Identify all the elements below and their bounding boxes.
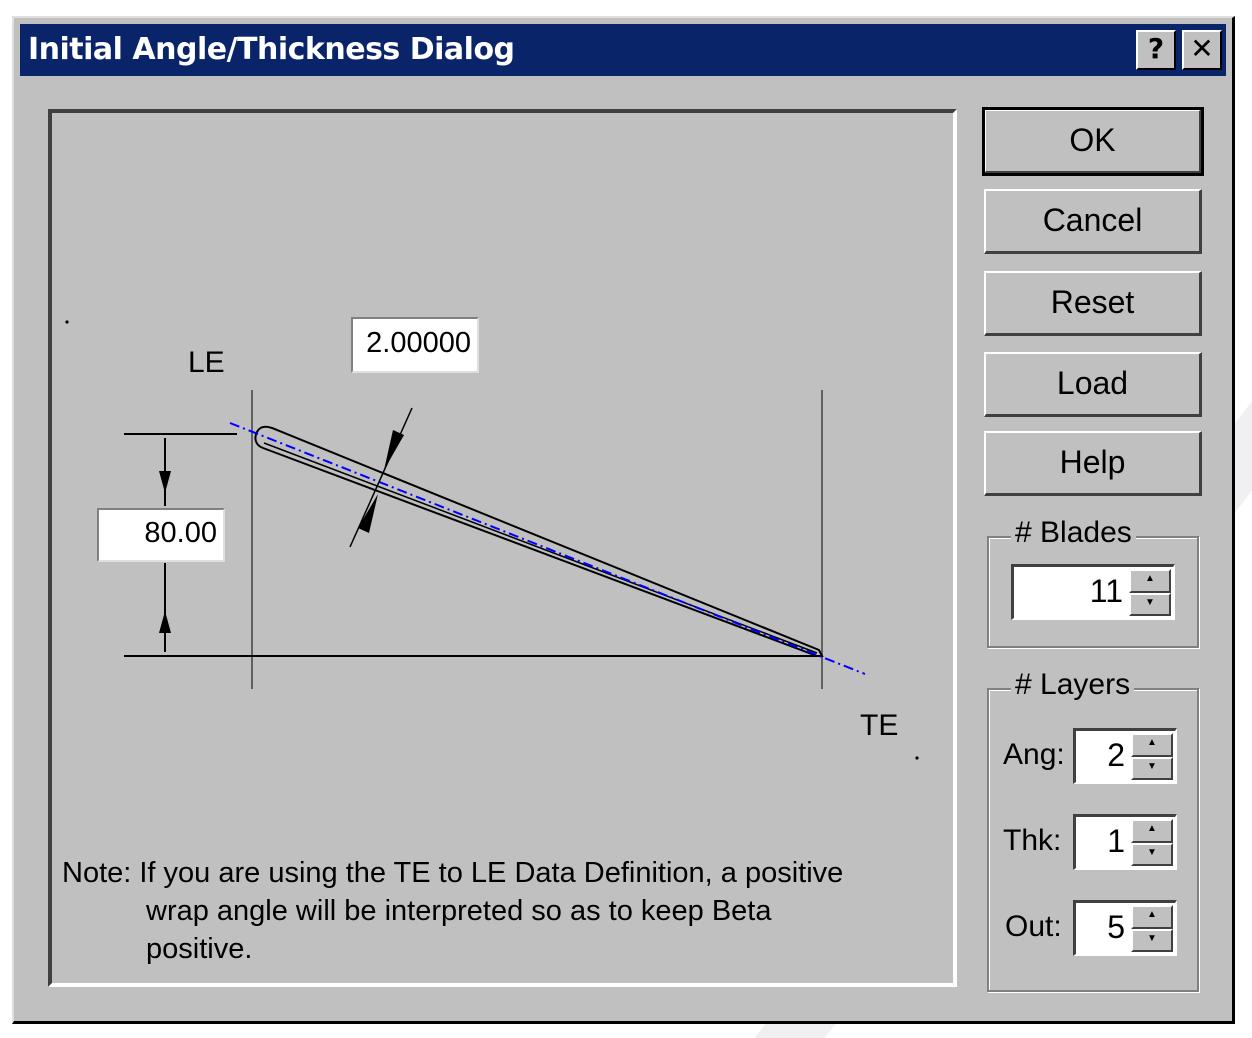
diagram-panel: LE TE 2.00000 80.00 Note: If you are usi… bbox=[48, 109, 957, 987]
thickness-input[interactable]: 2.00000 bbox=[351, 317, 479, 373]
out-down-arrow-icon[interactable]: ▼ bbox=[1131, 928, 1173, 952]
blades-up-arrow-icon[interactable]: ▲ bbox=[1129, 569, 1171, 593]
angle-thickness-dialog: Initial Angle/Thickness Dialog ? ✕ LE TE… bbox=[12, 16, 1235, 1024]
blades-value[interactable]: 11 bbox=[1090, 567, 1123, 615]
cancel-button[interactable]: Cancel bbox=[984, 189, 1202, 254]
ok-button[interactable]: OK bbox=[982, 107, 1204, 176]
out-value[interactable]: 5 bbox=[1107, 903, 1125, 951]
blades-group-label: # Blades bbox=[1011, 516, 1136, 550]
le-label: LE bbox=[188, 346, 225, 379]
load-button[interactable]: Load bbox=[984, 352, 1202, 417]
out-up-arrow-icon[interactable]: ▲ bbox=[1131, 905, 1173, 929]
layers-group-label: # Layers bbox=[1011, 668, 1135, 702]
layers-group: # Layers Ang: 2 ▲ ▼ Thk: 1 ▲ ▼ Out: 5 ▲ … bbox=[987, 668, 1199, 992]
ang-up-arrow-icon[interactable]: ▲ bbox=[1131, 733, 1173, 757]
te-label: TE bbox=[860, 709, 899, 742]
angle-input[interactable]: 80.00 bbox=[97, 508, 225, 562]
dimension-arrow-up bbox=[159, 471, 171, 493]
title-bar[interactable]: Initial Angle/Thickness Dialog ? ✕ bbox=[20, 24, 1226, 76]
note-line-2: wrap angle will be interpreted so as to … bbox=[146, 895, 772, 927]
thickness-arrow-top bbox=[384, 430, 404, 470]
out-spinner[interactable]: 5 ▲ ▼ bbox=[1073, 900, 1177, 956]
camber-line bbox=[229, 422, 866, 675]
note-line-3: positive. bbox=[146, 933, 253, 965]
dimension-arrow-down bbox=[159, 611, 171, 633]
thk-up-arrow-icon[interactable]: ▲ bbox=[1131, 819, 1173, 843]
thickness-arrow-bottom bbox=[358, 494, 378, 533]
note-line-1: Note: If you are using the TE to LE Data… bbox=[62, 857, 844, 889]
window-title: Initial Angle/Thickness Dialog bbox=[28, 32, 515, 67]
note-text: Note: If you are using the TE to LE Data… bbox=[62, 854, 922, 968]
help-button[interactable]: Help bbox=[984, 431, 1202, 496]
stray-dot-right bbox=[915, 756, 919, 760]
thk-spinner[interactable]: 1 ▲ ▼ bbox=[1073, 814, 1177, 870]
blades-group: # Blades 11 ▲ ▼ bbox=[987, 516, 1199, 648]
thk-value[interactable]: 1 bbox=[1107, 817, 1125, 865]
blades-spinner[interactable]: 11 ▲ ▼ bbox=[1011, 564, 1175, 620]
ang-value[interactable]: 2 bbox=[1107, 731, 1125, 779]
thk-label: Thk: bbox=[1003, 824, 1062, 857]
out-label: Out: bbox=[1005, 910, 1062, 943]
blade-outline bbox=[254, 425, 824, 657]
help-icon[interactable]: ? bbox=[1136, 30, 1176, 70]
close-icon[interactable]: ✕ bbox=[1182, 30, 1222, 70]
stray-dot-left bbox=[65, 320, 69, 324]
thk-down-arrow-icon[interactable]: ▼ bbox=[1131, 842, 1173, 866]
blades-down-arrow-icon[interactable]: ▼ bbox=[1129, 592, 1171, 616]
ang-label: Ang: bbox=[1003, 738, 1065, 771]
ang-down-arrow-icon[interactable]: ▼ bbox=[1131, 756, 1173, 780]
reset-button[interactable]: Reset bbox=[984, 271, 1202, 336]
ang-spinner[interactable]: 2 ▲ ▼ bbox=[1073, 728, 1177, 784]
